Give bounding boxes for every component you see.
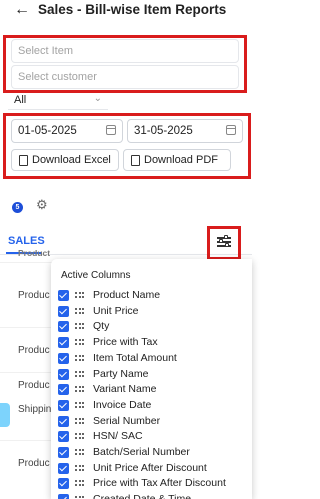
date-download-highlight: 01-05-2025 31-05-2025 Download Excel Dow…	[3, 113, 251, 179]
popup-title: Active Columns	[61, 270, 131, 281]
chevron-down-icon: ⌄	[93, 93, 102, 104]
column-option-label: Batch/Serial Number	[93, 446, 190, 458]
gear-icon[interactable]: ⚙	[36, 197, 48, 213]
table-row[interactable]: Produc	[18, 380, 50, 391]
column-option-label: Product Name	[93, 289, 161, 301]
table-row[interactable]: Produc	[18, 458, 50, 469]
calendar-icon[interactable]	[226, 125, 236, 135]
table-header-product: Product	[18, 248, 51, 258]
document-icon	[19, 155, 28, 166]
drag-handle-icon[interactable]	[75, 370, 84, 378]
table-row[interactable]: Shippin	[18, 404, 51, 415]
sliders-icon[interactable]	[217, 235, 231, 249]
column-option-label: Price with Tax After Discount	[93, 477, 226, 490]
drag-handle-icon[interactable]	[75, 386, 84, 393]
download-pdf-button[interactable]: Download PDF	[123, 149, 231, 171]
drag-handle-icon[interactable]	[75, 401, 84, 409]
drag-handle-icon[interactable]	[75, 292, 84, 299]
drag-handle-icon[interactable]	[75, 323, 84, 330]
scope-select[interactable]: All ⌄	[8, 92, 108, 110]
end-date-value: 31-05-2025	[134, 125, 193, 137]
checkbox-checked-icon[interactable]	[58, 399, 69, 411]
column-option-label: Serial Number	[93, 414, 161, 427]
table-row[interactable]: Produc	[18, 290, 50, 301]
drag-handle-icon[interactable]	[75, 449, 84, 456]
slider-knob	[225, 243, 229, 247]
column-option-label: HSN/ SAC	[93, 430, 143, 443]
tab-sales[interactable]: SALES	[8, 235, 45, 247]
column-settings-highlight	[207, 226, 241, 260]
checkbox-checked-icon[interactable]	[58, 447, 69, 458]
column-option-label: Item Total Amount	[93, 351, 177, 364]
end-date-field[interactable]: 31-05-2025	[127, 119, 243, 143]
page-title: Sales - Bill-wise Item Reports	[38, 2, 227, 17]
calendar-icon[interactable]	[106, 125, 116, 135]
checkbox-checked-icon[interactable]	[58, 321, 69, 333]
download-excel-label: Download Excel	[32, 154, 111, 166]
select-customer-field[interactable]: Select customer	[11, 65, 239, 89]
drag-handle-icon[interactable]	[75, 339, 84, 346]
scope-select-value: All	[14, 94, 27, 106]
download-excel-button[interactable]: Download Excel	[11, 149, 119, 171]
slider-knob	[224, 235, 228, 239]
start-date-value: 01-05-2025	[18, 125, 77, 137]
column-option-label: Variant Name	[93, 383, 157, 396]
start-date-field[interactable]: 01-05-2025	[11, 119, 123, 143]
checkbox-checked-icon[interactable]	[58, 352, 69, 364]
arrow-left-icon[interactable]: ←	[14, 0, 30, 20]
column-option-label: Qty	[93, 320, 110, 333]
column-option-label: Unit Price After Discount	[93, 461, 207, 474]
checkbox-checked-icon[interactable]	[58, 415, 69, 427]
column-option-label: Unit Price	[93, 304, 139, 317]
document-icon	[131, 155, 140, 166]
checkbox-checked-icon[interactable]	[58, 494, 69, 499]
notification-badge: 5	[12, 202, 23, 213]
column-option-label: Invoice Date	[93, 398, 152, 411]
side-handle[interactable]	[0, 403, 10, 427]
drag-handle-icon[interactable]	[75, 480, 84, 487]
checkbox-checked-icon[interactable]	[58, 290, 69, 301]
column-option-label: Party Name	[93, 367, 149, 380]
column-option-label: Price with Tax	[93, 336, 158, 349]
drag-handle-icon[interactable]	[75, 464, 84, 472]
checkbox-checked-icon[interactable]	[58, 431, 69, 443]
app-header: ← Sales - Bill-wise Item Reports	[0, 0, 252, 26]
select-item-field[interactable]: Select Item	[11, 39, 239, 63]
checkbox-checked-icon[interactable]	[58, 478, 69, 490]
checkbox-checked-icon[interactable]	[58, 462, 69, 474]
drag-handle-icon[interactable]	[75, 307, 84, 315]
drag-handle-icon[interactable]	[75, 354, 84, 362]
table-row[interactable]: Produc	[18, 345, 50, 356]
checkbox-checked-icon[interactable]	[58, 337, 69, 349]
filter-fields-highlight: Select Item Select customer	[3, 35, 247, 93]
drag-handle-icon[interactable]	[75, 417, 84, 425]
active-columns-popup: Active Columns Product Name Unit Price Qty…	[51, 259, 252, 499]
checkbox-checked-icon[interactable]	[58, 305, 69, 317]
checkbox-checked-icon[interactable]	[58, 384, 69, 396]
checkbox-checked-icon[interactable]	[58, 368, 69, 380]
slider-knob	[219, 239, 223, 243]
download-pdf-label: Download PDF	[144, 154, 218, 166]
column-option-label: Created Date & Time	[93, 493, 191, 499]
drag-handle-icon[interactable]	[75, 433, 84, 440]
